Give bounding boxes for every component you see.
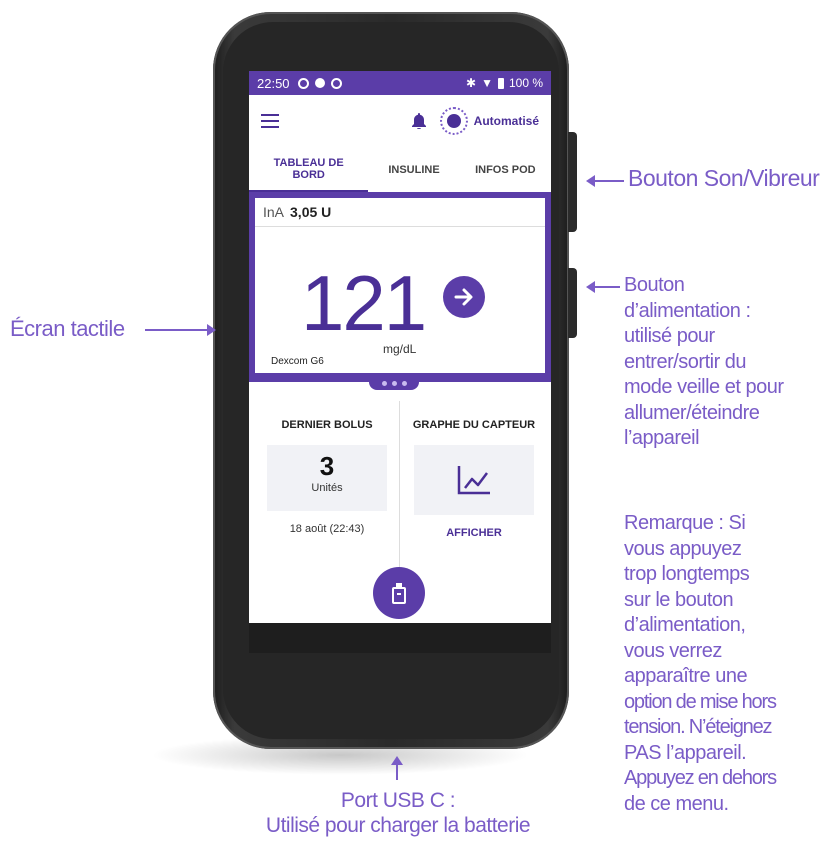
bell-icon[interactable] [411, 113, 426, 129]
hamburger-icon[interactable] [261, 114, 279, 128]
power-button-callout: Bouton d’alimentation : utilisé pour ent… [624, 273, 784, 452]
view-graph-link[interactable]: AFFICHER [404, 527, 544, 539]
status-time: 22:50 [257, 75, 290, 91]
sound-callout-arrowhead [586, 175, 595, 187]
battery-percent: 100 % [508, 76, 543, 90]
tab-pod-info[interactable]: INFOS POD [460, 147, 551, 193]
touch-callout-arrowhead [207, 324, 216, 336]
usb-callout-line-1: Port USB C : [340, 789, 456, 812]
power-callout-line-2: d’alimentation : [624, 299, 751, 322]
power-callout-line [594, 286, 620, 288]
last-bolus-date: 18 août (22:43) [289, 523, 365, 535]
bluetooth-icon: ✱ [466, 76, 477, 90]
glucose-unit: mg/dL [383, 342, 417, 356]
app-bar: Automatisé [249, 95, 551, 147]
dot-icon [314, 78, 325, 88]
last-bolus-box: 3 Unités [267, 445, 387, 511]
power-callout-line-7: l’appareil [624, 427, 700, 449]
note-line-2: vous appuyez [624, 537, 742, 560]
note-line-3: trop longtemps [624, 563, 750, 585]
power-callout-line-6: allumer/éteindre [624, 401, 760, 424]
power-callout-line-3: utilisé pour [624, 325, 715, 347]
arrow-right-icon [443, 276, 485, 318]
glucose-panel: InA 3,05 U 121 mg/dL Dexcom G6 [249, 192, 551, 382]
touch-callout-line [145, 329, 207, 331]
last-bolus-unit: Unités [311, 482, 343, 494]
sound-callout-line [594, 180, 624, 182]
note-line-11: Appuyez en dehors [624, 767, 777, 789]
iob-value: 3,05 U [290, 204, 332, 220]
usb-port-callout: Port USB C : Utilisé pour charger la bat… [200, 788, 596, 838]
touch-screen-callout: Écran tactile [10, 316, 125, 341]
automated-mode-icon[interactable] [439, 107, 468, 135]
iob-label: InA [263, 204, 285, 220]
tab-insulin[interactable]: INSULINE [368, 147, 459, 193]
sound-vibrate-callout: Bouton Son/Vibreur [628, 165, 820, 191]
power-callout-arrowhead [586, 281, 595, 293]
note-line-10: PAS l’appareil. [624, 741, 747, 764]
mode-label[interactable]: Automatisé [474, 114, 539, 128]
sensor-graph-title: GRAPHE DU CAPTEUR [412, 419, 536, 431]
power-button[interactable] [568, 268, 577, 338]
last-bolus-section: DERNIER BOLUS 3 Unités 18 août (22:43) [257, 419, 397, 535]
note-line-6: vous verrez [624, 639, 722, 662]
glucose-value: 121 [301, 259, 427, 347]
column-divider [399, 401, 400, 571]
wifi-icon: ▼ [481, 76, 493, 90]
power-callout-line-1: Bouton [624, 274, 685, 296]
power-callout-line-4: entrer/sortir du [624, 350, 747, 373]
glucose-card[interactable]: InA 3,05 U 121 mg/dL Dexcom G6 [255, 198, 545, 373]
sensor-graph-section: GRAPHE DU CAPTEUR AFFICHER [404, 419, 544, 539]
power-callout-line-5: mode veille et pour [624, 376, 784, 398]
bolus-fab-button[interactable] [373, 567, 425, 619]
note-line-1: Remarque : Si [624, 512, 746, 534]
note-line-12: de ce menu. [624, 792, 729, 815]
iob-row: InA 3,05 U [255, 198, 545, 227]
sound-vibrate-button[interactable] [568, 132, 577, 232]
note-line-5: d’alimentation, [624, 614, 746, 636]
last-bolus-title: DERNIER BOLUS [281, 419, 373, 431]
note-line-8: option de mise hors [624, 690, 777, 713]
last-bolus-value: 3 [319, 451, 335, 481]
note-line-9: tension. N’éteignez [624, 716, 773, 738]
status-bar: 22:50 ✱ ▼ 100 % [249, 71, 551, 95]
page-indicator[interactable] [369, 376, 419, 390]
note-line-4: sur le bouton [624, 588, 734, 611]
phone-bottom-bezel [249, 623, 551, 653]
record-icon [297, 77, 309, 89]
graph-icon[interactable] [414, 445, 534, 515]
sync-icon [330, 77, 342, 89]
power-note-callout: Remarque : Si vous appuyez trop longtemp… [624, 511, 777, 817]
sensor-name: Dexcom G6 [271, 356, 324, 367]
tab-dashboard[interactable]: TABLEAU DE BORD [249, 147, 369, 193]
tab-bar: TABLEAU DE BORD INSULINE INFOS POD [249, 147, 551, 194]
touch-screen: 22:50 ✱ ▼ 100 % Automatisé TABLEAU DE BO… [249, 71, 551, 623]
usb-callout-arrowhead [391, 756, 403, 765]
note-line-7: apparaître une [624, 665, 748, 687]
battery-icon [497, 77, 504, 89]
usb-callout-line [396, 764, 398, 780]
usb-callout-line-2: Utilisé pour charger la batterie [265, 814, 531, 837]
